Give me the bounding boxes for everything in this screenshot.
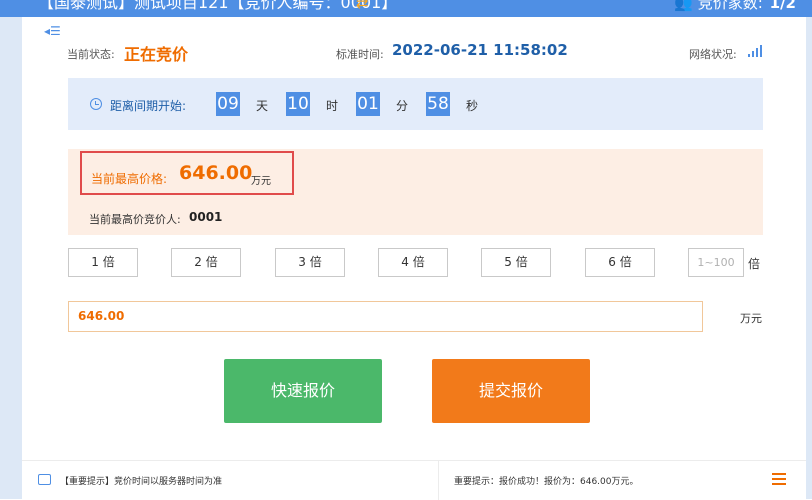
left-sidebar	[0, 17, 22, 499]
submit-bid-button[interactable]: 提交报价	[432, 359, 590, 423]
clock-icon	[90, 98, 102, 110]
highest-bidder-value: 0001	[189, 210, 223, 224]
window-title: 【国泰测试】测试项目121【竞价人编号：0001】	[38, 0, 398, 12]
bidders-value: 1/2	[769, 0, 796, 12]
multiplier-4-button[interactable]: 4 倍	[378, 248, 448, 277]
countdown-label: 距离间期开始:	[110, 99, 187, 113]
multiplier-1-button[interactable]: 1 倍	[68, 248, 138, 277]
title-bar: 【国泰测试】测试项目121【竞价人编号：0001】 ⇄ 👥 竞价家数: 1/2	[0, 0, 812, 17]
footer-notice-left: 【重要提示】竞价时间以服务器时间为准	[60, 477, 223, 487]
highest-price-box: 当前最高价格: 646.00 万元	[80, 151, 294, 195]
countdown-minutes: 01	[356, 92, 380, 116]
multiplier-3-button[interactable]: 3 倍	[275, 248, 345, 277]
collapse-menu-icon[interactable]: ◂☰	[44, 24, 61, 38]
multiplier-2-button[interactable]: 2 倍	[171, 248, 241, 277]
quick-bid-button[interactable]: 快速报价	[224, 359, 382, 423]
server-time-value: 2022-06-21 11:58:02	[392, 41, 568, 59]
server-time-label: 标准时间:	[336, 48, 384, 61]
switch-icon[interactable]: ⇄	[356, 0, 369, 12]
status-label: 当前状态:	[67, 48, 115, 61]
footer-divider	[438, 461, 439, 500]
status-row: 当前状态: 正在竞价 标准时间: 2022-06-21 11:58:02 网络状…	[0, 40, 812, 64]
multiplier-suffix: 倍	[748, 257, 761, 271]
highest-bidder-label: 当前最高价竞价人:	[89, 213, 181, 226]
countdown-days: 09	[216, 92, 240, 116]
countdown-seconds: 58	[426, 92, 450, 116]
bidders-label: 竞价家数:	[697, 0, 763, 12]
footer-bar: 【重要提示】竞价时间以服务器时间为准 重要提示：报价成功！报价为：646.00万…	[22, 460, 806, 500]
list-menu-icon[interactable]	[772, 473, 786, 485]
message-icon	[38, 474, 51, 485]
signal-icon	[748, 45, 762, 57]
minutes-unit: 分	[396, 99, 409, 113]
network-label: 网络状况:	[689, 48, 737, 61]
highest-price-value: 646.00	[179, 162, 253, 184]
multiplier-6-button[interactable]: 6 倍	[585, 248, 655, 277]
bidders-count: 👥 竞价家数: 1/2	[674, 0, 796, 13]
footer-notice-right: 重要提示：报价成功！报价为：646.00万元。	[454, 477, 639, 487]
multiplier-5-button[interactable]: 5 倍	[481, 248, 551, 277]
price-panel: 当前最高价格: 646.00 万元 当前最高价竞价人: 0001	[68, 149, 763, 235]
days-unit: 天	[256, 99, 269, 113]
right-edge	[806, 17, 812, 499]
bid-amount-input[interactable]: 646.00	[68, 301, 703, 332]
countdown-panel: 距离间期开始: 09 天 10 时 01 分 58 秒	[68, 78, 763, 130]
hours-unit: 时	[326, 99, 339, 113]
status-value: 正在竞价	[124, 45, 189, 64]
countdown-hours: 10	[286, 92, 310, 116]
bid-unit: 万元	[740, 312, 762, 325]
custom-multiplier-input[interactable]: 1~100	[688, 248, 744, 277]
highest-price-label: 当前最高价格:	[91, 172, 168, 186]
seconds-unit: 秒	[466, 99, 479, 113]
highest-price-unit: 万元	[251, 176, 271, 187]
users-icon: 👥	[674, 0, 694, 12]
